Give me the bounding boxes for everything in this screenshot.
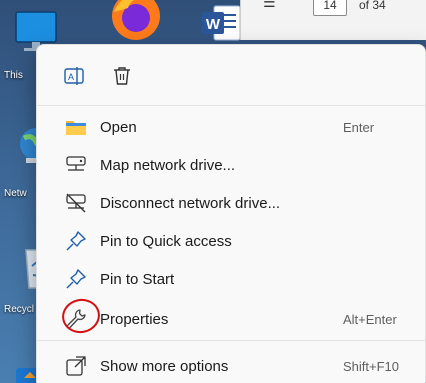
menu-item-label: Map network drive... <box>100 156 236 174</box>
desktop-icon-label: Netw <box>4 188 27 199</box>
list-icon: ☰ <box>263 0 276 10</box>
menu-item-label: Properties <box>100 310 169 328</box>
menu-item-show-more-options[interactable]: Show more options Shift+F10 <box>37 347 425 383</box>
menu-item-label: Show more options <box>100 357 229 375</box>
page-number-field[interactable]: 14 <box>313 0 347 16</box>
disconnect-drive-icon <box>65 192 87 214</box>
menu-item-open[interactable]: Open Enter <box>37 108 425 146</box>
menu-item-shortcut: Shift+F10 <box>343 358 400 374</box>
menu-item-label: Pin to Start <box>100 270 175 288</box>
word-page-toolbar: ☰ 14 of 34 <box>240 0 426 40</box>
svg-text:W: W <box>206 16 221 33</box>
menu-item-label: Pin to Quick access <box>100 232 232 250</box>
folder-icon <box>65 116 87 138</box>
menu-item-shortcut: Alt+Enter <box>343 311 397 327</box>
svg-text:A: A <box>68 72 74 82</box>
word-icon[interactable]: W <box>200 4 242 44</box>
menu-item-pin-quick-access[interactable]: Pin to Quick access <box>37 222 425 260</box>
pin-icon <box>65 230 87 252</box>
menu-item-pin-start[interactable]: Pin to Start <box>37 260 425 298</box>
menu-divider <box>37 105 425 106</box>
more-options-icon <box>65 355 87 377</box>
rename-icon: A <box>64 67 84 85</box>
delete-button[interactable] <box>109 63 135 89</box>
delete-icon <box>114 67 130 85</box>
rename-button[interactable]: A <box>61 63 87 89</box>
menu-item-label: Disconnect network drive... <box>100 194 281 212</box>
menu-item-disconnect-network-drive[interactable]: Disconnect network drive... <box>37 184 425 222</box>
page-count-label: of 34 <box>359 0 386 12</box>
menu-item-map-network-drive[interactable]: Map network drive... <box>37 146 425 184</box>
pin-icon <box>65 268 87 290</box>
context-menu: A Open Enter Map network drive... Discon… <box>36 44 426 383</box>
menu-item-shortcut: Enter <box>343 119 375 135</box>
menu-item-label: Open <box>100 118 137 136</box>
menu-quick-actions: A <box>37 45 425 105</box>
network-drive-icon <box>65 154 87 176</box>
firefox-icon[interactable] <box>104 0 168 46</box>
desktop-icon-label: This <box>4 70 23 81</box>
menu-divider <box>37 340 425 341</box>
desktop-icon-label: Recycl <box>4 304 35 315</box>
